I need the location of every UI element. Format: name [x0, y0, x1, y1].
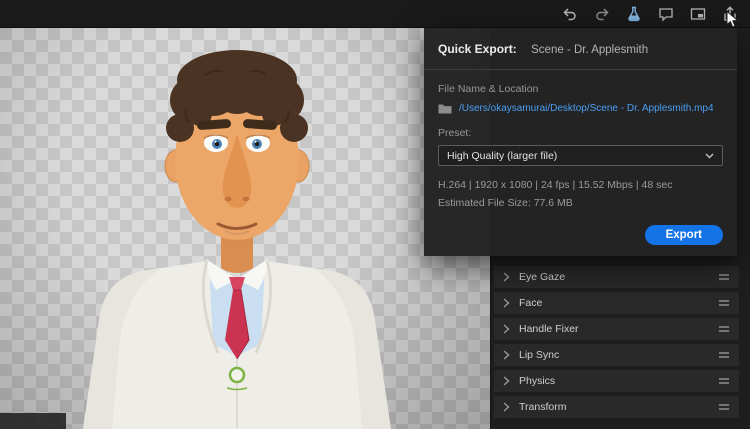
- behavior-menu-icon[interactable]: [718, 351, 730, 359]
- divider: [424, 69, 737, 70]
- behavior-label: Physics: [519, 375, 556, 387]
- popup-scene-name: Scene - Dr. Applesmith: [531, 44, 649, 56]
- file-location-label: File Name & Location: [438, 83, 539, 95]
- behavior-menu-icon[interactable]: [718, 273, 730, 281]
- format-info: H.264 | 1920 x 1080 | 24 fps | 15.52 Mbp…: [438, 179, 673, 191]
- share-export-icon[interactable]: [722, 6, 738, 22]
- behavior-label: Handle Fixer: [519, 323, 579, 335]
- popup-title: Quick Export:: [438, 42, 517, 56]
- stage-corner-shadow: [0, 413, 66, 429]
- behavior-row-lip-sync[interactable]: Lip Sync: [494, 344, 739, 366]
- behavior-row-handle-fixer[interactable]: Handle Fixer: [494, 318, 739, 340]
- estimated-file-size: Estimated File Size: 77.6 MB: [438, 197, 573, 209]
- flask-icon[interactable]: [626, 6, 642, 22]
- behavior-row-transform[interactable]: Transform: [494, 396, 739, 418]
- preset-label: Preset:: [438, 127, 472, 139]
- behavior-row-physics[interactable]: Physics: [494, 370, 739, 392]
- behavior-menu-icon[interactable]: [718, 403, 730, 411]
- chevron-right-icon[interactable]: [503, 298, 510, 308]
- chevron-right-icon[interactable]: [503, 402, 510, 412]
- chevron-right-icon[interactable]: [503, 350, 510, 360]
- folder-icon: [438, 104, 452, 114]
- behavior-menu-icon[interactable]: [718, 377, 730, 385]
- file-path-link[interactable]: /Users/okaysamurai/Desktop/Scene - Dr. A…: [459, 103, 714, 114]
- behavior-row-face[interactable]: Face: [494, 292, 739, 314]
- behavior-menu-icon[interactable]: [718, 299, 730, 307]
- chevron-right-icon[interactable]: [503, 324, 510, 334]
- chevron-down-icon: [705, 153, 714, 159]
- behavior-row-eye-gaze[interactable]: Eye Gaze: [494, 266, 739, 288]
- character-puppet[interactable]: [0, 28, 490, 429]
- chevron-right-icon[interactable]: [503, 376, 510, 386]
- export-button[interactable]: Export: [644, 225, 723, 245]
- top-toolbar: [0, 0, 750, 28]
- chevron-right-icon[interactable]: [503, 272, 510, 282]
- behavior-label: Lip Sync: [519, 349, 560, 361]
- behavior-label: Eye Gaze: [519, 271, 566, 283]
- behavior-menu-icon[interactable]: [718, 325, 730, 333]
- picture-in-picture-icon[interactable]: [690, 6, 706, 22]
- preset-value: High Quality (larger file): [447, 149, 558, 162]
- behavior-label: Transform: [519, 401, 567, 413]
- quick-export-popup: Quick Export: Scene - Dr. Applesmith Fil…: [424, 28, 737, 256]
- undo-icon[interactable]: [562, 6, 578, 22]
- preset-dropdown[interactable]: High Quality (larger file): [438, 145, 723, 166]
- comments-icon[interactable]: [658, 6, 674, 22]
- redo-icon[interactable]: [594, 6, 610, 22]
- behavior-label: Face: [519, 297, 543, 309]
- scene-stage[interactable]: [0, 28, 490, 429]
- app-window: Eye Gaze Face Handle Fixer Lip Sync Phys…: [0, 0, 750, 429]
